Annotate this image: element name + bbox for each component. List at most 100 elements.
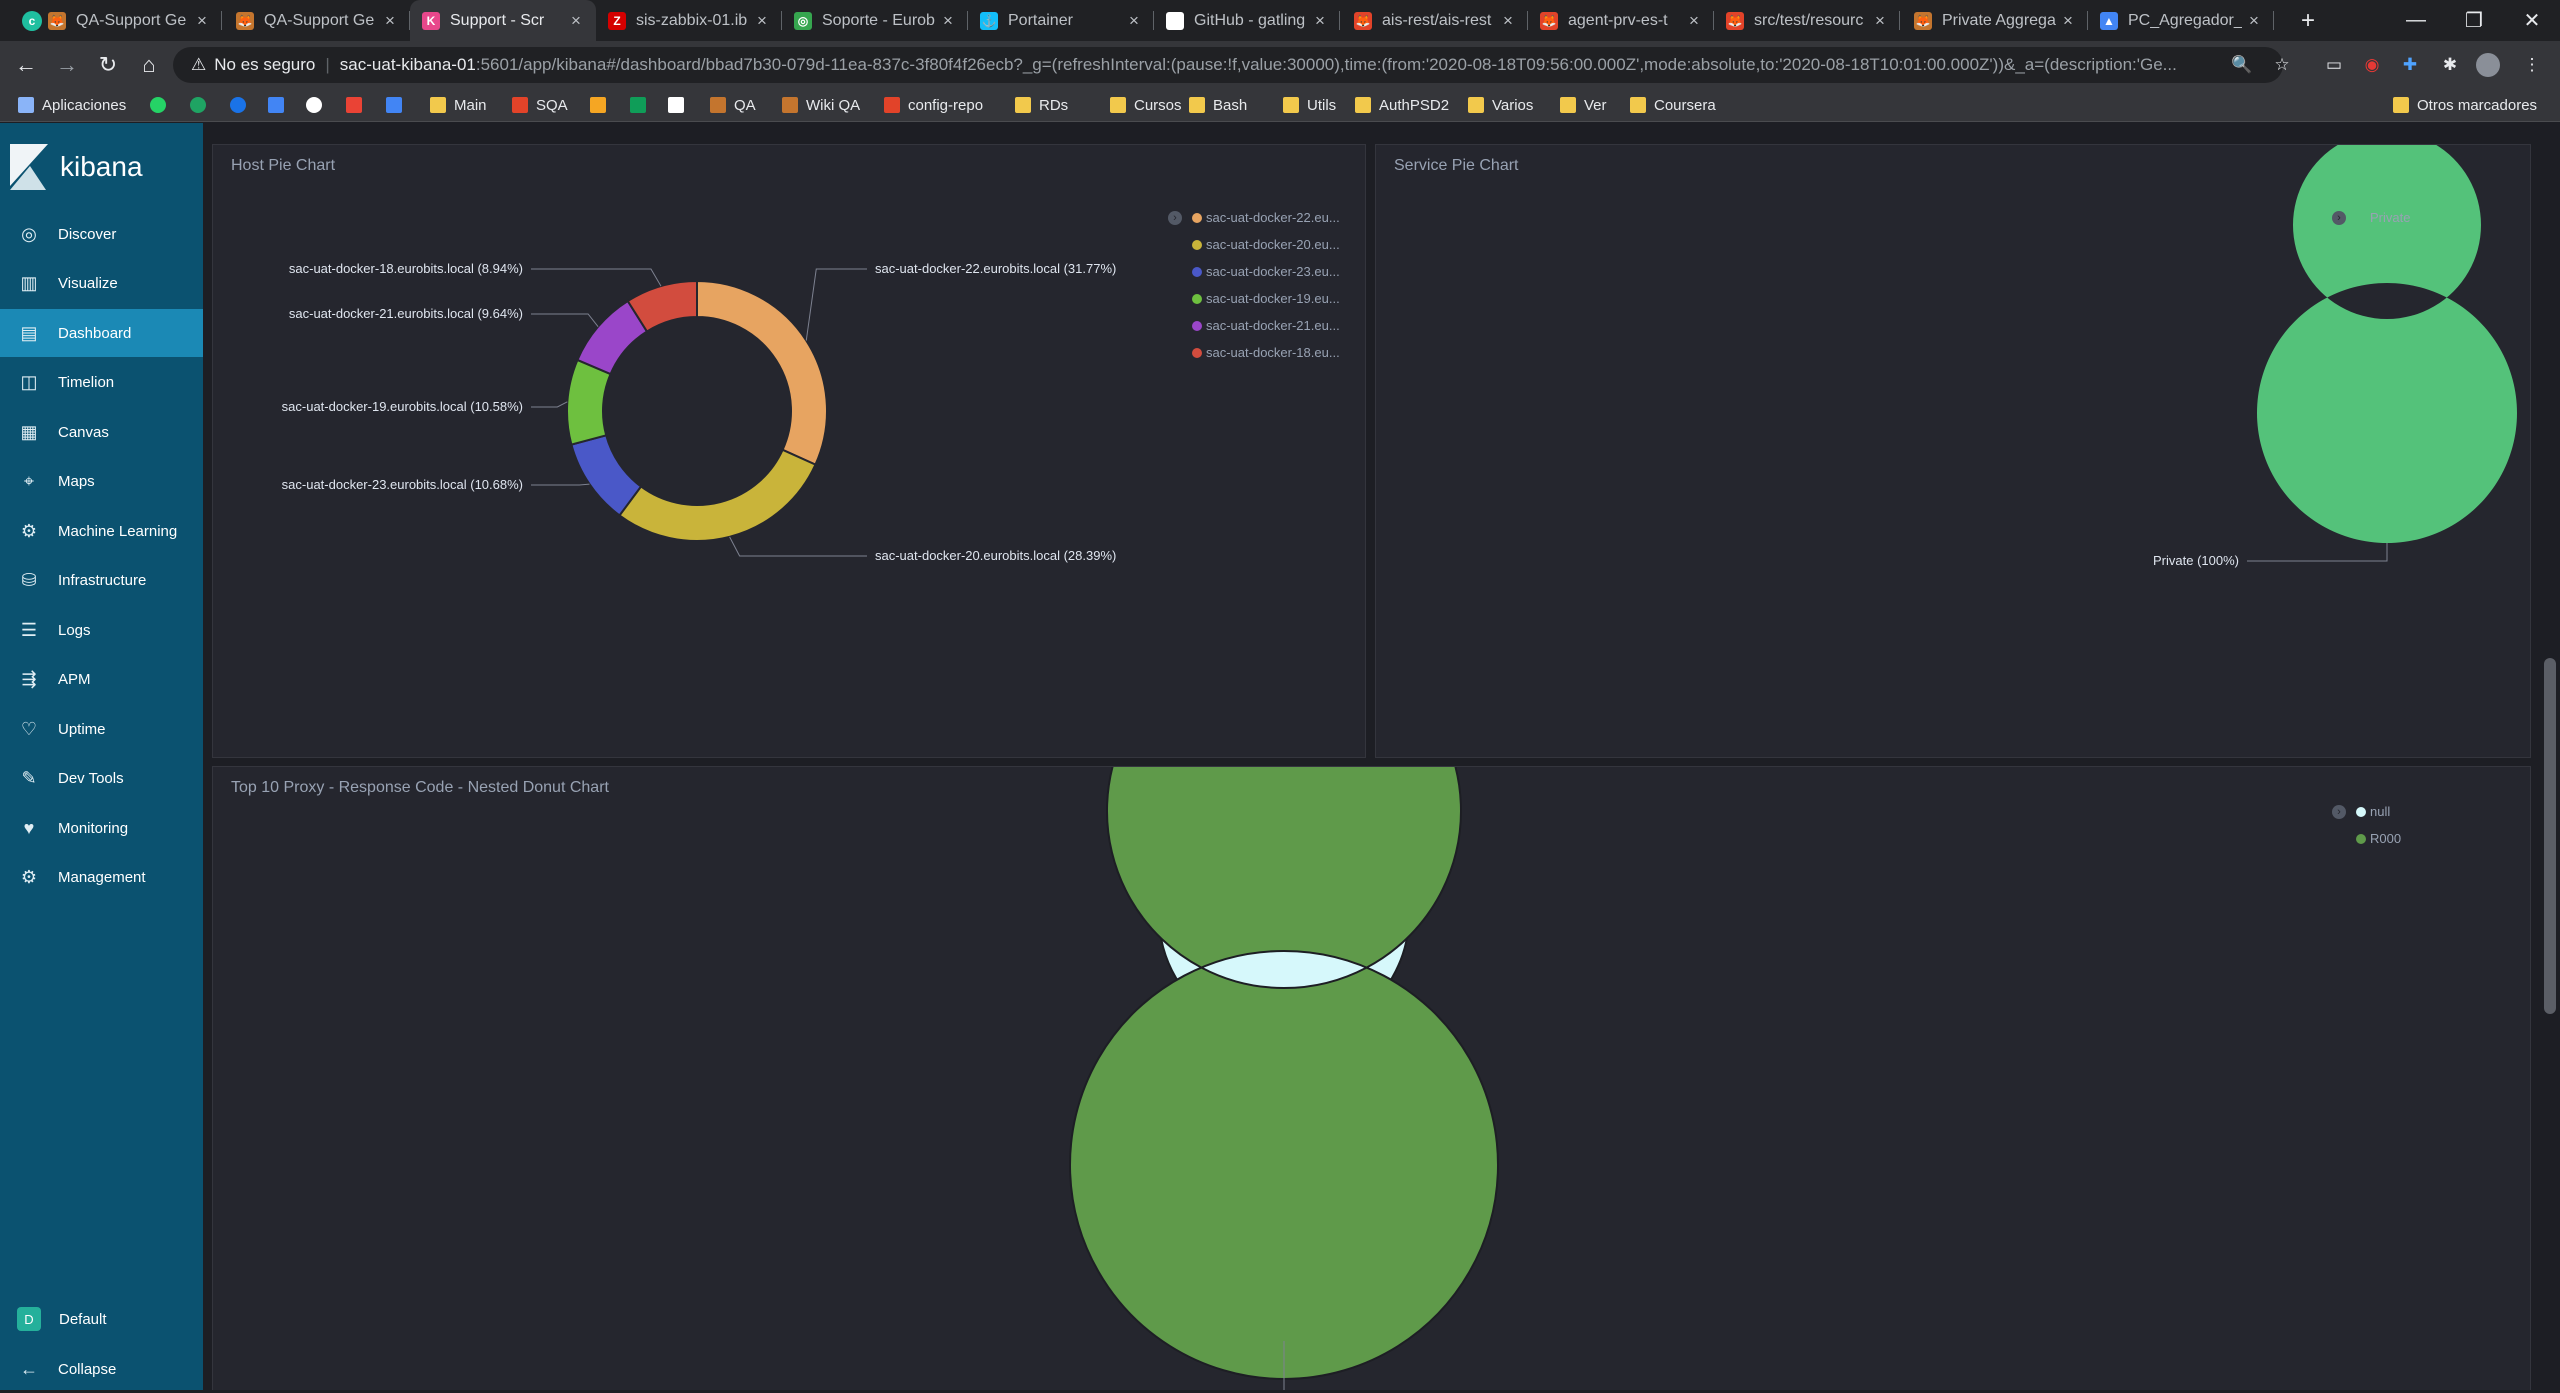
browser-tab[interactable]: 🦊 QA-Support Ge × bbox=[224, 0, 410, 41]
bookmark-item[interactable] bbox=[668, 89, 692, 121]
home-button[interactable]: ⌂ bbox=[129, 41, 169, 89]
page-scrollbar[interactable] bbox=[2539, 123, 2560, 1390]
warning-icon[interactable]: ⚠ bbox=[191, 55, 206, 75]
tab-close-icon[interactable]: × bbox=[190, 11, 214, 31]
legend-item[interactable]: ›sac-uat-docker-21.eu... bbox=[1168, 312, 1340, 339]
new-tab-button[interactable]: + bbox=[2296, 0, 2320, 41]
nav-item-uptime[interactable]: ♡ Uptime bbox=[0, 705, 203, 753]
browser-tab[interactable]: 🦊 src/test/resourc × bbox=[1714, 0, 1900, 41]
browser-tab[interactable]: 🦊 ais-rest/ais-rest × bbox=[1342, 0, 1528, 41]
bookmark-item[interactable]: Coursera bbox=[1630, 89, 1716, 121]
tab-close-icon[interactable]: × bbox=[936, 11, 960, 31]
browser-tab[interactable]: ⚓ Portainer × bbox=[968, 0, 1154, 41]
bookmark-item[interactable]: RDs bbox=[1015, 89, 1068, 121]
bookmark-item[interactable] bbox=[386, 89, 410, 121]
legend-item[interactable]: ›sac-uat-docker-19.eu... bbox=[1168, 285, 1340, 312]
bookmark-item[interactable]: Utils bbox=[1283, 89, 1336, 121]
extension-cast-icon[interactable]: ▭ bbox=[2322, 53, 2346, 77]
legend-item[interactable]: ›sac-uat-docker-20.eu... bbox=[1168, 231, 1340, 258]
reload-button[interactable]: ↻ bbox=[88, 41, 128, 89]
tab-close-icon[interactable]: × bbox=[1308, 11, 1332, 31]
browser-tab[interactable]: ● GitHub - gatling × bbox=[1154, 0, 1340, 41]
legend-item[interactable]: ›sac-uat-docker-23.eu... bbox=[1168, 258, 1340, 285]
nav-item-infrastructure[interactable]: ⛁ Infrastructure bbox=[0, 557, 203, 605]
back-button[interactable]: ← bbox=[6, 41, 46, 89]
browser-tab[interactable]: ◎ Soporte - Eurob × bbox=[782, 0, 968, 41]
zoom-icon[interactable]: 🔍 bbox=[2230, 53, 2254, 77]
bookmark-item[interactable] bbox=[590, 89, 614, 121]
bookmark-item[interactable] bbox=[190, 89, 214, 121]
legend-item[interactable]: ›sac-uat-docker-18.eu... bbox=[1168, 339, 1340, 366]
nav-item-apm[interactable]: ⇶ APM bbox=[0, 656, 203, 704]
other-bookmarks[interactable]: Otros marcadores bbox=[2393, 89, 2537, 121]
legend-item[interactable]: › sac-uat-docker-22.eu... bbox=[1168, 204, 1340, 231]
bookmark-item[interactable]: Aplicaciones bbox=[18, 89, 126, 121]
bookmark-item[interactable] bbox=[346, 89, 370, 121]
tab-close-icon[interactable]: × bbox=[750, 11, 774, 31]
nav-item-visualize[interactable]: ▥ Visualize bbox=[0, 260, 203, 308]
bookmark-item[interactable] bbox=[150, 89, 174, 121]
legend-toggle-icon[interactable]: › bbox=[1168, 210, 1182, 225]
nav-item-timelion[interactable]: ◫ Timelion bbox=[0, 359, 203, 407]
menu-icon[interactable]: ⋮ bbox=[2520, 53, 2544, 77]
browser-tab[interactable]: 🦊 Private Aggrega × bbox=[1902, 0, 2088, 41]
pie-slice[interactable] bbox=[566, 358, 612, 446]
forward-button[interactable]: → bbox=[47, 41, 87, 89]
bookmark-item[interactable]: Bash bbox=[1189, 89, 1247, 121]
tab-close-icon[interactable]: × bbox=[2056, 11, 2080, 31]
legend-item[interactable]: ›R000 bbox=[2332, 825, 2401, 852]
nav-item-logs[interactable]: ☰ Logs bbox=[0, 606, 203, 654]
browser-tab[interactable]: K Support - Scr × bbox=[410, 0, 596, 41]
tab-close-icon[interactable]: × bbox=[2242, 11, 2266, 31]
browser-tab[interactable]: 🦊 QA-Support Ge × bbox=[36, 0, 222, 41]
browser-tab[interactable]: 🦊 agent-prv-es-t × bbox=[1528, 0, 1714, 41]
nav-item-monitoring[interactable]: ♥ Monitoring bbox=[0, 804, 203, 852]
bookmark-item[interactable]: Varios bbox=[1468, 89, 1533, 121]
browser-tab[interactable]: ▲ PC_Agregador_ × bbox=[2088, 0, 2274, 41]
bookmark-item[interactable] bbox=[268, 89, 292, 121]
tab-close-icon[interactable]: × bbox=[1496, 11, 1520, 31]
nav-item-canvas[interactable]: ▦ Canvas bbox=[0, 408, 203, 456]
user-avatar[interactable] bbox=[2476, 53, 2500, 77]
minimize-button[interactable]: — bbox=[2388, 0, 2444, 41]
bookmark-item[interactable]: AuthPSD2 bbox=[1355, 89, 1449, 121]
tab-close-icon[interactable]: × bbox=[564, 11, 588, 31]
scrollbar-thumb[interactable] bbox=[2544, 658, 2556, 1014]
legend-item[interactable]: › null bbox=[2332, 798, 2401, 825]
bookmark-item[interactable]: SQA bbox=[512, 89, 568, 121]
bookmark-item[interactable] bbox=[230, 89, 254, 121]
close-window-button[interactable]: ✕ bbox=[2504, 0, 2560, 41]
bookmark-item[interactable]: Wiki QA bbox=[782, 89, 860, 121]
kibana-logo[interactable]: kibana bbox=[10, 144, 143, 190]
bookmark-item[interactable]: Main bbox=[430, 89, 487, 121]
nav-item-dashboard[interactable]: ▤ Dashboard bbox=[0, 309, 203, 357]
bookmark-item[interactable]: QA bbox=[710, 89, 756, 121]
security-status[interactable]: No es seguro bbox=[214, 55, 315, 75]
legend-item[interactable]: › Private bbox=[2332, 204, 2410, 231]
space-selector[interactable]: D Default bbox=[0, 1295, 203, 1343]
bookmark-item[interactable]: config-repo bbox=[884, 89, 983, 121]
bookmark-item[interactable] bbox=[306, 89, 330, 121]
collapse-button[interactable]: ← Collapse bbox=[0, 1345, 203, 1393]
pie-slice[interactable] bbox=[696, 279, 828, 466]
bookmark-item[interactable]: Ver bbox=[1560, 89, 1607, 121]
pie-slice[interactable] bbox=[1069, 767, 1499, 1380]
tab-close-icon[interactable]: × bbox=[1682, 11, 1706, 31]
tab-close-icon[interactable]: × bbox=[378, 11, 402, 31]
legend-toggle-icon[interactable]: › bbox=[2332, 804, 2346, 819]
nav-item-discover[interactable]: ◎ Discover bbox=[0, 210, 203, 258]
legend-toggle-icon[interactable]: › bbox=[2332, 210, 2346, 225]
tab-close-icon[interactable]: × bbox=[1122, 11, 1146, 31]
extension-puzzle-alt-icon[interactable]: ✚ bbox=[2398, 53, 2422, 77]
tab-close-icon[interactable]: × bbox=[1868, 11, 1892, 31]
restore-button[interactable]: ❐ bbox=[2446, 0, 2502, 41]
nav-item-dev-tools[interactable]: ✎ Dev Tools bbox=[0, 755, 203, 803]
nav-item-maps[interactable]: ⌖ Maps bbox=[0, 458, 203, 506]
bookmark-item[interactable] bbox=[630, 89, 654, 121]
nav-item-machine-learning[interactable]: ⚙ Machine Learning bbox=[0, 507, 203, 555]
browser-tab[interactable]: Zsis-zabbix-01.ib × bbox=[596, 0, 782, 41]
pie-slice[interactable] bbox=[618, 448, 817, 542]
nav-item-management[interactable]: ⚙ Management bbox=[0, 854, 203, 902]
bookmark-star-icon[interactable]: ☆ bbox=[2270, 53, 2294, 77]
bookmark-item[interactable]: Cursos bbox=[1110, 89, 1182, 121]
